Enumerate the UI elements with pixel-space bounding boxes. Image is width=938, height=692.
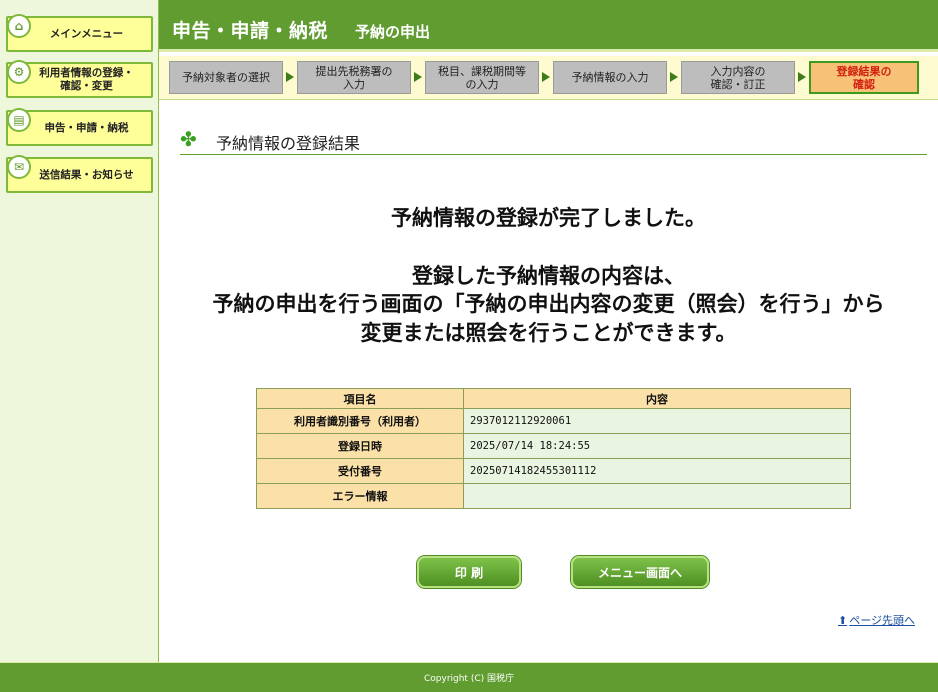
arrow-up-icon: ⬆ [838,614,848,627]
print-button[interactable]: 印 刷 [417,556,521,588]
copyright-text: Copyright (C) 国税庁 [423,674,514,684]
sidebar-item-results[interactable]: ✉ 送信結果・お知らせ [6,155,153,193]
sidebar-item-label-line2: 確認・変更 [60,80,113,92]
step-label-line2: 確認 [853,77,875,91]
page-top-link[interactable]: ⬆ ページ先頭へ [838,612,915,628]
clover-icon: ✤ [180,127,197,151]
step-confirm-correct: 入力内容の 確認・訂正 [681,61,795,94]
step-result-confirm: 登録結果の 確認 [809,61,919,94]
sidebar-item-label-line1: 利用者情報の登録・ [39,67,134,79]
table-row: 利用者識別番号（利用者） 2937012112920061 [256,408,851,434]
row-value: 2937012112920061 [463,408,851,434]
info-message-line1: 登録した予納情報の内容は、 [412,264,685,288]
step-label-line1: 提出先税務署の [315,64,393,78]
footer: Copyright (C) 国税庁 [0,662,938,692]
mail-icon: ✉ [7,155,31,179]
settings-icon: ⚙ [7,60,31,84]
table-row: 受付番号 20250714182455301112 [256,458,851,484]
home-icon: ⌂ [7,14,31,38]
row-value: 2025/07/14 18:24:55 [463,433,851,459]
info-message-line2: 予納の申出を行う画面の「予納の申出内容の変更（照会）を行う」から [212,292,885,316]
step-label-line2: 確認・訂正 [710,77,766,91]
sidebar-item-label: 申告・申請・納税 [44,121,129,134]
step-arrow-icon [286,72,294,82]
column-header-content: 内容 [463,388,851,409]
sidebar-item-main-menu[interactable]: ⌂ メインメニュー [6,14,153,52]
table-header-row: 項目名 内容 [256,388,851,409]
row-value: 20250714182455301112 [463,458,851,484]
step-label: 税目、課税期間等 の入力 [438,65,526,91]
info-message-line3: 変更または照会を行うことができます。 [360,321,737,345]
page-top-label: ページ先頭へ [849,614,915,627]
row-label: 利用者識別番号（利用者） [256,408,464,434]
table-row: 登録日時 2025/07/14 18:24:55 [256,433,851,459]
sidebar-item-user-info[interactable]: ⚙ 利用者情報の登録・ 確認・変更 [6,60,153,98]
sidebar-item-filing[interactable]: ▤ 申告・申請・納税 [6,108,153,146]
step-label: 予納対象者の選択 [182,71,270,84]
step-arrow-icon [798,72,806,82]
row-label: 受付番号 [256,458,464,484]
sidebar: ⌂ メインメニュー ⚙ 利用者情報の登録・ 確認・変更 ▤ 申告・申請・納税 ✉… [0,0,159,662]
step-label: 登録結果の 確認 [837,65,892,91]
step-arrow-icon [670,72,678,82]
step-label-line1: 登録結果の [836,64,892,78]
step-indicator: 予納対象者の選択 提出先税務署の 入力 税目、課税期間等 の入力 予納情報の入力 入… [159,56,938,100]
step-label-line2: 入力 [343,77,365,91]
menu-screen-button[interactable]: メニュー画面へ [571,556,709,588]
section-heading: ✤ 予納情報の登録結果 [180,127,927,155]
section-title: 予納情報の登録結果 [216,134,361,153]
column-header-item: 項目名 [256,388,464,409]
step-arrow-icon [542,72,550,82]
table-row: エラー情報 [256,483,851,509]
row-label: エラー情報 [256,483,464,509]
sidebar-item-label: 利用者情報の登録・ 確認・変更 [25,67,134,93]
sidebar-item-label: 送信結果・お知らせ [39,168,134,181]
step-label-line1: 税目、課税期間等 [438,64,526,78]
step-tax-office: 提出先税務署の 入力 [297,61,411,94]
step-label-line1: 入力内容の [710,64,766,78]
step-select-target: 予納対象者の選択 [169,61,283,94]
header-bar: 申告・申請・納税 予納の申出 [159,0,938,52]
result-table: 項目名 内容 利用者識別番号（利用者） 2937012112920061 登録日… [256,388,851,509]
sidebar-item-label: メインメニュー [49,27,124,40]
step-arrow-icon [414,72,422,82]
row-value [463,483,851,509]
document-icon: ▤ [7,108,31,132]
step-label: 入力内容の 確認・訂正 [711,65,766,91]
step-prepayment-input: 予納情報の入力 [553,61,667,94]
completion-message: 予納情報の登録が完了しました。 [391,206,706,230]
step-label: 予納情報の入力 [571,71,649,84]
page-title: 申告・申請・納税 [172,20,329,42]
page-subtitle: 予納の申出 [355,23,431,41]
step-label: 提出先税務署の 入力 [316,65,393,91]
row-label: 登録日時 [256,433,464,459]
step-label-line2: の入力 [465,77,499,91]
step-tax-period: 税目、課税期間等 の入力 [425,61,539,94]
